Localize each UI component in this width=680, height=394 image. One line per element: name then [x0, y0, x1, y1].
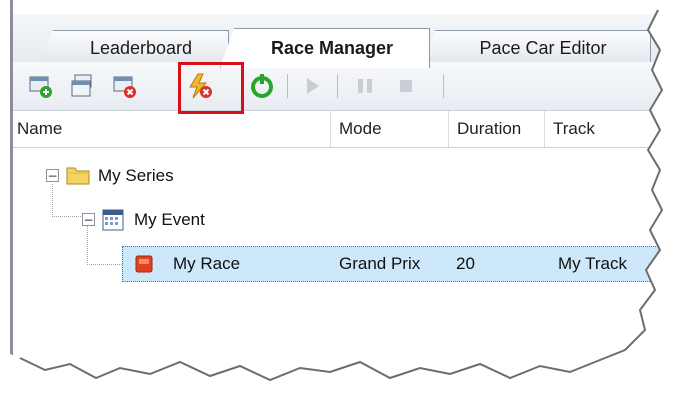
- new-series-button[interactable]: [23, 69, 57, 103]
- race-mode-cell: Grand Prix: [339, 254, 421, 273]
- toolbar-separator: [443, 74, 444, 98]
- pause-button[interactable]: [348, 69, 382, 103]
- race-track-cell: My Track: [558, 254, 627, 273]
- column-header-track[interactable]: Track: [545, 111, 670, 147]
- pause-icon: [358, 79, 372, 93]
- reset-button[interactable]: [245, 69, 279, 103]
- race-duration-cell: 20: [456, 254, 475, 273]
- tree-row-event[interactable]: − My Event: [72, 202, 372, 238]
- column-header-name[interactable]: Name: [13, 111, 331, 147]
- event-label: My Event: [134, 210, 205, 229]
- column-header-duration-label: Duration: [457, 119, 522, 138]
- collapse-series-toggle[interactable]: −: [46, 169, 59, 182]
- collapse-icon: −: [83, 212, 94, 227]
- calendar-icon: [102, 209, 124, 231]
- new-event-icon: [71, 74, 92, 97]
- highlight-box: [178, 62, 244, 114]
- toolbar-separator: [337, 74, 338, 98]
- tab-race-manager[interactable]: Race Manager: [220, 28, 430, 68]
- reset-icon: [251, 74, 273, 98]
- tab-race-manager-label: Race Manager: [270, 38, 394, 58]
- tab-leaderboard-label: Leaderboard: [89, 38, 193, 58]
- delete-event-icon: [113, 76, 136, 98]
- series-label: My Series: [98, 166, 174, 185]
- new-event-button[interactable]: [65, 69, 99, 103]
- race-icon: [135, 255, 153, 273]
- tab-strip: Leaderboard Race Manager Pace Car Editor: [13, 14, 670, 68]
- collapse-icon: −: [47, 168, 58, 183]
- column-header-mode-label: Mode: [339, 119, 382, 138]
- stop-button[interactable]: [389, 69, 423, 103]
- new-series-icon: [29, 76, 52, 98]
- race-manager-window: Leaderboard Race Manager Pace Car Editor: [0, 0, 680, 394]
- tab-pace-car-editor[interactable]: Pace Car Editor: [421, 30, 651, 66]
- collapse-event-toggle[interactable]: −: [82, 213, 95, 226]
- toolbar: [13, 62, 670, 111]
- delete-event-button[interactable]: [107, 69, 141, 103]
- column-header-duration[interactable]: Duration: [449, 111, 545, 147]
- column-header-name-label: Name: [17, 119, 63, 138]
- tab-leaderboard[interactable]: Leaderboard: [39, 30, 229, 66]
- tree-row-series[interactable]: − My Series: [36, 158, 336, 194]
- folder-icon: [66, 167, 90, 185]
- tab-pace-car-editor-label: Pace Car Editor: [479, 38, 607, 58]
- column-header-track-label: Track: [553, 119, 595, 138]
- stop-icon: [400, 80, 412, 92]
- column-header-row: Name Mode Duration Track: [13, 111, 670, 148]
- column-header-mode[interactable]: Mode: [331, 111, 449, 147]
- race-name-cell: My Race: [173, 254, 241, 273]
- play-button[interactable]: [295, 69, 329, 103]
- toolbar-separator: [287, 74, 288, 98]
- play-icon: [307, 78, 319, 94]
